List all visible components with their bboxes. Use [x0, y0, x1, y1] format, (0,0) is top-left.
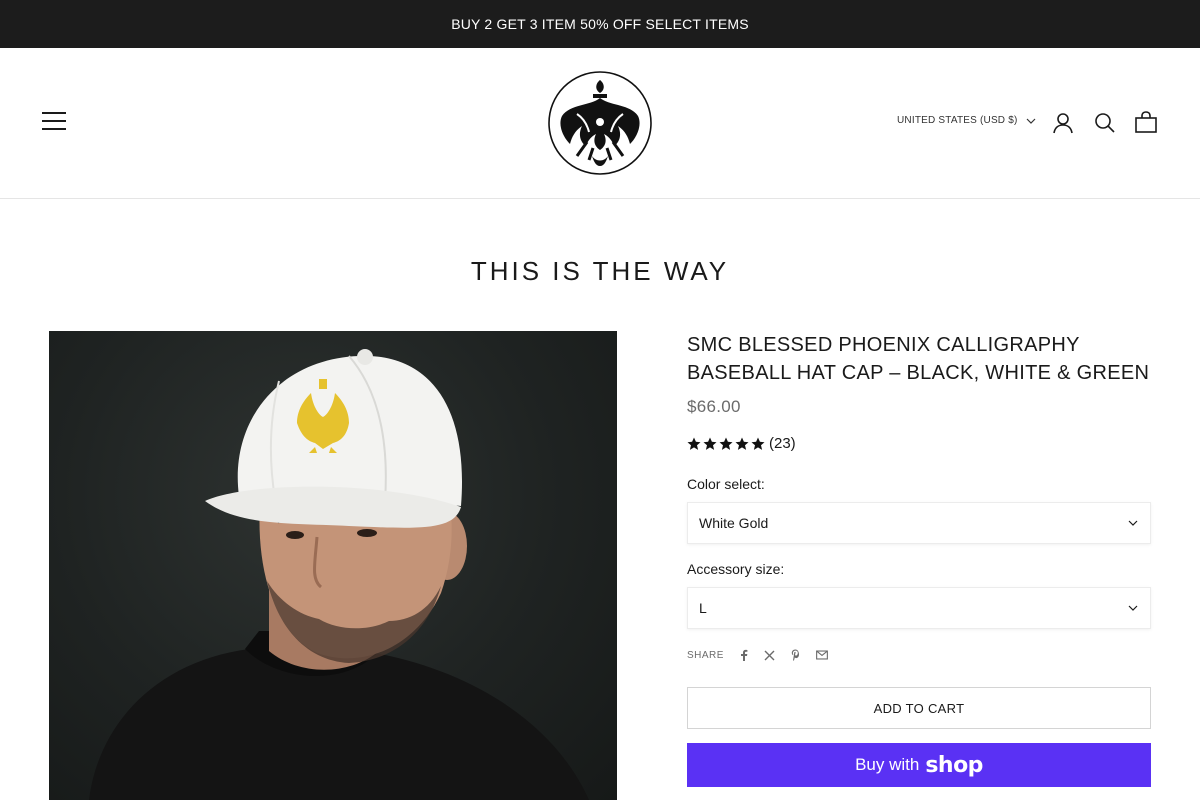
- product-image[interactable]: [49, 331, 617, 800]
- x-icon[interactable]: [764, 649, 776, 661]
- star-icon: [687, 437, 701, 450]
- color-select-value: White Gold: [699, 515, 769, 531]
- shop-pay-logo: shop: [925, 752, 983, 778]
- shop-pay-button[interactable]: Buy with shop: [687, 743, 1151, 787]
- star-icon: [735, 437, 749, 450]
- rating-stars: [687, 437, 765, 451]
- chevron-down-icon: [1026, 118, 1035, 124]
- pinterest-icon[interactable]: [790, 649, 802, 661]
- rating-count: (23): [769, 435, 796, 452]
- announcement-text: BUY 2 GET 3 ITEM 50% OFF SELECT ITEMS: [451, 16, 749, 32]
- add-to-cart-button[interactable]: ADD TO CART: [687, 687, 1151, 729]
- product-price: $66.00: [687, 397, 741, 416]
- share-row: SHARE: [687, 649, 1151, 661]
- size-label: Accessory size:: [687, 561, 785, 577]
- model-illustration: [89, 349, 589, 800]
- region-label: UNITED STATES (USD $): [897, 115, 1018, 126]
- star-icon: [751, 437, 765, 450]
- chevron-down-icon: [1128, 605, 1138, 611]
- search-icon[interactable]: [1092, 110, 1118, 136]
- announcement-bar: BUY 2 GET 3 ITEM 50% OFF SELECT ITEMS: [0, 0, 1200, 48]
- chevron-down-icon: [1128, 520, 1138, 526]
- color-select[interactable]: White Gold: [687, 502, 1151, 544]
- size-select[interactable]: L: [687, 587, 1151, 629]
- cart-icon[interactable]: [1133, 110, 1159, 136]
- facebook-icon[interactable]: [738, 649, 750, 661]
- email-icon[interactable]: [816, 649, 828, 661]
- brand-logo[interactable]: [547, 70, 653, 176]
- star-icon: [703, 437, 717, 450]
- site-header: UNITED STATES (USD $): [0, 48, 1200, 199]
- region-selector[interactable]: UNITED STATES (USD $): [897, 115, 1036, 126]
- shop-pay-buy-with: Buy with: [855, 755, 920, 774]
- product-info: SMC BLESSED PHOENIX CALLIGRAPHY BASEBALL…: [687, 331, 1151, 787]
- size-select-value: L: [699, 600, 707, 616]
- product-rating[interactable]: (23): [687, 435, 1151, 452]
- share-label: SHARE: [687, 649, 724, 661]
- star-icon: [719, 437, 733, 450]
- color-label: Color select:: [687, 476, 765, 492]
- product-title: SMC BLESSED PHOENIX CALLIGRAPHY BASEBALL…: [687, 334, 1150, 384]
- page-title: THIS IS THE WAY: [470, 256, 730, 286]
- menu-icon[interactable]: [40, 112, 68, 134]
- account-icon[interactable]: [1050, 110, 1076, 136]
